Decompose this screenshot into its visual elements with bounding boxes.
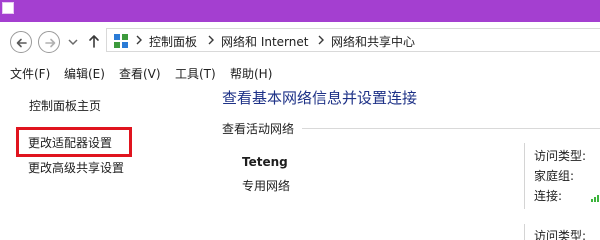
address-bar[interactable]: 控制面板 网络和 Internet 网络和共享中心 [106, 28, 600, 52]
change-adapter-settings-link[interactable]: 更改适配器设置 [28, 134, 112, 151]
active-networks-label: 查看活动网络 [222, 122, 295, 136]
network-type-link[interactable]: 专用网络 [242, 177, 290, 194]
menu-view[interactable]: 查看(V) [119, 65, 161, 82]
vertical-divider [524, 224, 525, 240]
vertical-divider [524, 143, 525, 209]
menu-help[interactable]: 帮助(H) [230, 65, 272, 82]
window-title-bar[interactable] [0, 0, 600, 22]
access-type-label-2: 访问类型: [534, 229, 587, 240]
dropdown-icon[interactable] [68, 38, 78, 46]
menu-edit[interactable]: 编辑(E) [64, 65, 105, 82]
window-system-icon[interactable] [2, 2, 14, 14]
breadcrumb-arrow-icon[interactable] [318, 35, 324, 45]
access-type-label: 访问类型: [534, 149, 587, 163]
signal-bars-icon [591, 195, 599, 202]
forward-icon [45, 38, 56, 48]
change-advanced-sharing-link[interactable]: 更改高级共享设置 [28, 159, 124, 176]
connection-label: 连接: [534, 189, 563, 203]
section-divider [302, 128, 600, 129]
back-button[interactable] [10, 31, 32, 53]
menu-file[interactable]: 文件(F) [10, 65, 50, 82]
back-icon [16, 38, 27, 48]
breadcrumb-arrow-icon[interactable] [136, 35, 142, 45]
up-icon[interactable] [88, 34, 100, 48]
forward-button[interactable] [38, 31, 60, 53]
breadcrumb-control-panel[interactable]: 控制面板 [149, 33, 197, 50]
breadcrumb-arrow-icon[interactable] [208, 35, 214, 45]
network-name: Teteng [242, 155, 288, 169]
breadcrumb-network-internet[interactable]: 网络和 Internet [221, 33, 308, 50]
control-panel-folder-icon [114, 34, 128, 48]
breadcrumb-network-sharing-center[interactable]: 网络和共享中心 [331, 33, 415, 50]
menu-bar: 文件(F) 编辑(E) 查看(V) 工具(T) 帮助(H) [0, 60, 600, 84]
homegroup-label: 家庭组: [534, 169, 575, 183]
page-title: 查看基本网络信息并设置连接 [222, 89, 418, 107]
control-panel-home-link[interactable]: 控制面板主页 [29, 97, 101, 114]
menu-tools[interactable]: 工具(T) [175, 65, 216, 82]
